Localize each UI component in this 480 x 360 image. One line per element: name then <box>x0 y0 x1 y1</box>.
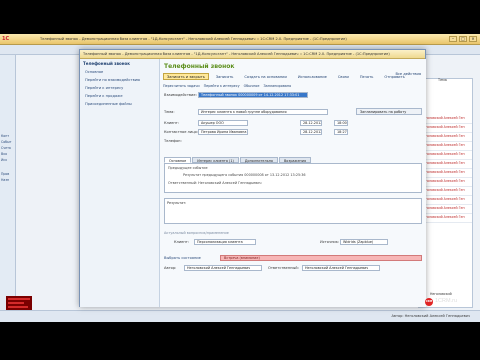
list-footer: Неголовский <box>430 292 452 296</box>
recalc-tasks-button[interactable]: Пересчитать задачи <box>163 84 200 88</box>
date-start-field[interactable]: 28.12.2012 <box>300 120 322 126</box>
list-item[interactable]: Неголовский Алексей Ген <box>419 124 472 133</box>
call-window-titlebar: Телефонный звонок - Демонстрационная баз… <box>80 50 425 59</box>
time-end-field[interactable]: 18:27 <box>334 129 348 135</box>
list-item[interactable]: Неголовский Алексей Ген <box>419 178 472 187</box>
status-text: Автор: Неголовский Алексей Геннадьевич <box>391 314 470 318</box>
responsible-field[interactable]: Неголовский Алексей Геннадьевич <box>302 265 380 271</box>
status-select[interactable]: Запланировано <box>263 84 291 88</box>
list-item[interactable]: Неголовский Алексей Ген <box>419 133 472 142</box>
list-item[interactable]: Неголовский Алексей Ген <box>419 205 472 214</box>
responsible-label: Ответственный: <box>268 266 299 270</box>
call-window-nav: Телефонный звонок Основное Перейти по вз… <box>80 59 160 307</box>
nav-header: Телефонный звонок <box>83 61 130 66</box>
print-button[interactable]: Печать <box>356 73 377 80</box>
author-field[interactable]: Неголовский Алексей Геннадьевич <box>184 265 262 271</box>
list-item[interactable]: Неголовский Алексей Ген <box>419 151 472 160</box>
form-toolbar-secondary: Пересчитать задачи Перейти к интересу Об… <box>163 82 425 89</box>
list-item[interactable]: Неголовский Алексей Ген <box>419 196 472 205</box>
client-field[interactable]: Персонализация клиента <box>194 239 256 245</box>
minimize-icon[interactable]: – <box>449 36 457 42</box>
use-button[interactable]: Использование <box>294 73 331 80</box>
more-actions-button[interactable]: Все действия <box>395 72 421 76</box>
time-start-field[interactable]: 18:00 <box>334 120 348 126</box>
source-label: Источник: <box>320 240 340 244</box>
nav-item[interactable]: Перейти по взаимодействию <box>80 76 159 84</box>
save-close-button[interactable]: Записать и закрыть <box>163 72 209 80</box>
call-window-title: Телефонный звонок - Демонстрационная баз… <box>83 52 390 56</box>
priority-select[interactable]: Обычное <box>244 84 260 88</box>
interaction-label: Взаимодействие: <box>164 93 197 97</box>
create-on-basis-button[interactable]: Создать на основании <box>240 73 290 80</box>
result-area[interactable]: Результат: <box>164 198 422 224</box>
author-label: Автор: <box>164 266 177 270</box>
go-to-interest-button[interactable]: Перейти к интересу <box>204 84 240 88</box>
main-window-title: Телефонный звонок - Демонстрационная баз… <box>40 37 347 41</box>
date-end-field[interactable]: 28.12.2012 <box>300 129 322 135</box>
schedule-button[interactable]: Запланировать на работу <box>356 108 422 115</box>
maximize-icon[interactable]: □ <box>459 36 467 42</box>
contact-person-label: Контактное лицо: <box>164 130 199 134</box>
related-header: Актуальный вопросник/применение <box>164 231 229 235</box>
list-item[interactable]: Неголовский Алексей Ген <box>419 214 472 223</box>
call-window: Телефонный звонок - Демонстрационная баз… <box>79 49 426 307</box>
list-item[interactable]: Неголовский Алексей Ген <box>419 115 472 124</box>
app-logo: 1С <box>2 36 10 42</box>
client-label: Клиент: <box>174 240 190 244</box>
call-form: Телефонный звонок Записать и закрыть Зап… <box>160 59 426 307</box>
form-toolbar: Записать и закрыть Записать Создать на о… <box>163 72 425 80</box>
status-badge[interactable]: Встреча (внимание) <box>220 255 422 261</box>
nav-item[interactable]: Основное <box>80 68 159 76</box>
content-line-3: Ответственный: Неголовский Алексей Генна… <box>168 181 262 185</box>
list-header: Тема <box>438 78 447 82</box>
nav-item[interactable]: Присоединенные файлы <box>80 100 159 108</box>
phone-label: Телефон: <box>164 139 182 143</box>
contact-label: Клиент: <box>164 121 180 125</box>
crm-watermark-text: 1CRM.ru <box>435 298 458 304</box>
video-bottom-bar <box>0 322 480 360</box>
interaction-field[interactable]: Телефонный звонок 000000009 от 14.12.201… <box>198 92 308 98</box>
list-item[interactable]: Неголовский Алексей Ген <box>419 169 472 178</box>
links-button[interactable]: Связи <box>334 73 353 80</box>
content-line-1: Предыдущее событие <box>168 166 208 170</box>
list-item[interactable]: Неголовский Алексей Ген <box>419 160 472 169</box>
form-title: Телефонный звонок <box>164 63 235 70</box>
list-item[interactable]: Неголовский Алексей Ген <box>419 187 472 196</box>
status-link[interactable]: Выбрать состояние <box>164 256 201 260</box>
contact-person-field[interactable]: Петрова Ирина Ивановна <box>198 129 248 135</box>
main-titlebar: 1С Телефонный звонок - Демонстрационная … <box>0 34 480 45</box>
source-field[interactable]: Widrids (Zapblue) <box>340 239 388 245</box>
save-button[interactable]: Записать <box>212 73 238 80</box>
subject-field[interactable]: Интерес клиента к новой группе оборудова… <box>198 109 328 115</box>
background-list: Неголовский Алексей Ген Неголовский Алек… <box>418 78 473 308</box>
window-controls: – □ × <box>449 36 477 42</box>
close-icon[interactable]: × <box>469 36 477 42</box>
nav-item[interactable]: Перейти к интересу <box>80 84 159 92</box>
sidebar-item[interactable]: Исх <box>0 157 15 163</box>
list-item[interactable]: Неголовский Алексей Ген <box>419 142 472 151</box>
red-stamp-logo <box>6 296 32 310</box>
content-line-2: Результат предыдущего события 000000008 … <box>183 173 306 177</box>
result-label: Результат: <box>167 201 187 205</box>
main-sidebar: Конт Событ Счета Вхо Исх Пров Назн <box>0 55 16 322</box>
content-area[interactable]: Предыдущее событие Результат предыдущего… <box>164 163 422 193</box>
subject-label: Тема: <box>164 110 175 114</box>
screenshot-area: 1С Телефонный звонок - Демонстрационная … <box>0 34 480 322</box>
crm-logo-icon: CRM <box>425 298 433 306</box>
contact-field[interactable]: Акушер ООО <box>198 120 248 126</box>
sidebar-item[interactable]: Назн <box>0 177 15 183</box>
status-bar: Автор: Неголовский Алексей Геннадьевич <box>0 310 480 322</box>
nav-item[interactable]: Перейти к продаже <box>80 92 159 100</box>
